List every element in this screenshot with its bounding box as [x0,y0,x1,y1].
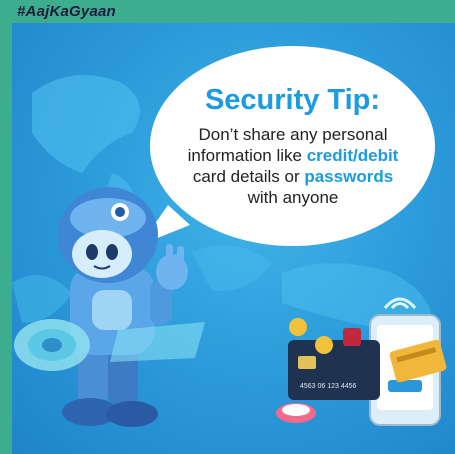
poster-frame: #AajKaGyaan Security Tip: Don’t share an… [0,0,455,454]
payment-scene: 4563 06 123 4456 [276,297,447,426]
card-number: 4563 06 123 4456 [300,383,357,390]
